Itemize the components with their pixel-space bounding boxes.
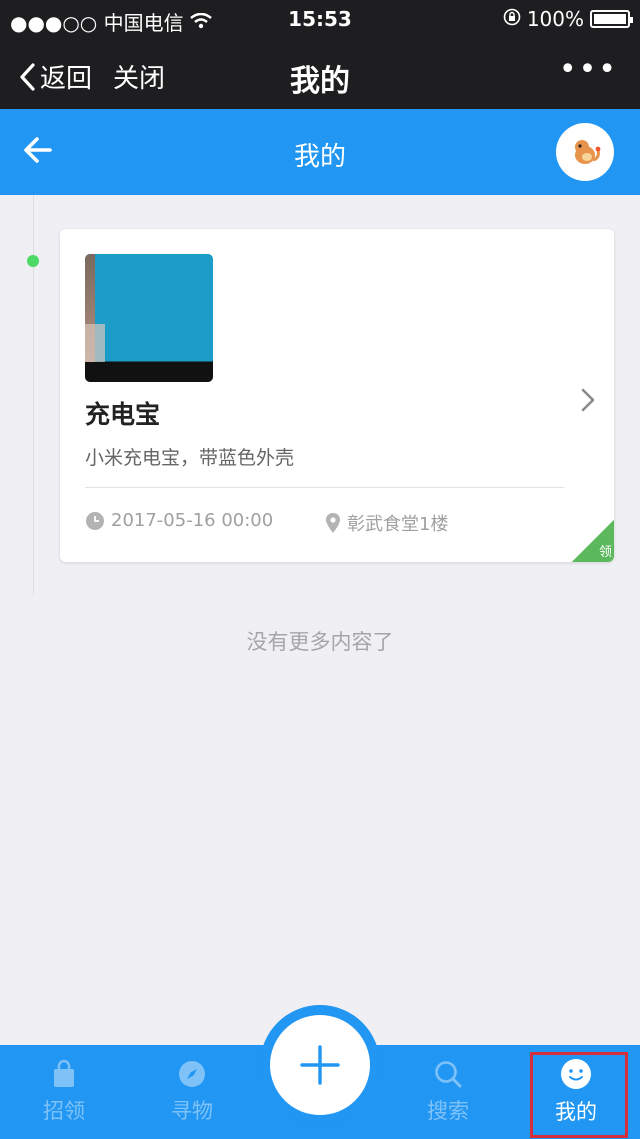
status-bar: ●●●○○ 中国电信 15:53 100% xyxy=(0,0,640,38)
list-end-text: 没有更多内容了 xyxy=(246,630,394,654)
wechat-back-label: 返回 xyxy=(40,64,93,94)
rotation-lock-icon xyxy=(503,7,521,31)
more-menu-button[interactable]: ••• xyxy=(559,55,618,85)
wechat-title: 我的 xyxy=(290,64,350,99)
chevron-left-icon xyxy=(20,62,35,91)
tab-mine-label: 我的 xyxy=(555,1100,597,1124)
item-location-label: 彰武食堂1楼 xyxy=(347,514,449,535)
item-location: 彰武食堂1楼 xyxy=(325,510,448,536)
clock-icon xyxy=(86,511,104,530)
add-button[interactable] xyxy=(270,1015,370,1115)
card-divider xyxy=(85,487,564,488)
tab-mine[interactable]: 我的 xyxy=(512,1045,640,1139)
tab-seek[interactable]: 寻物 xyxy=(128,1045,256,1139)
arrow-left-icon[interactable] xyxy=(22,135,54,169)
app-header: 我的 xyxy=(0,109,640,195)
bag-icon xyxy=(54,1059,74,1087)
claim-badge-label: 领 xyxy=(598,545,612,560)
avatar-character-icon xyxy=(575,140,601,164)
wechat-close-button[interactable]: 关闭 xyxy=(113,58,165,95)
chevron-right-icon xyxy=(580,387,596,417)
compass-icon xyxy=(179,1061,205,1087)
tab-search[interactable]: 搜索 xyxy=(384,1045,512,1139)
item-time: 2017-05-16 00:00 xyxy=(85,510,273,531)
smile-icon xyxy=(561,1059,591,1089)
tab-search-label: 搜索 xyxy=(427,1099,469,1123)
item-description: 小米充电宝，带蓝色外壳 xyxy=(85,447,295,469)
item-title: 充电宝 xyxy=(85,400,161,429)
wechat-nav-bar: 返回 关闭 我的 ••• xyxy=(0,38,640,109)
search-icon xyxy=(435,1061,462,1088)
item-card[interactable]: 充电宝 小米充电宝，带蓝色外壳 2017-05-16 00:00 彰武食堂1楼 … xyxy=(60,229,614,562)
battery-label: 100% xyxy=(526,7,584,31)
wechat-back-button[interactable]: 返回 xyxy=(18,58,92,95)
item-time-label: 2017-05-16 00:00 xyxy=(111,510,274,531)
tab-seek-label: 寻物 xyxy=(171,1099,213,1123)
battery-icon xyxy=(590,10,633,28)
avatar[interactable] xyxy=(556,123,614,181)
plus-icon xyxy=(300,1045,340,1085)
status-right: 100% xyxy=(503,7,633,31)
page-title: 我的 xyxy=(293,142,346,172)
tab-recruit[interactable]: 招领 xyxy=(0,1045,128,1139)
timeline-dot xyxy=(27,255,39,267)
tab-recruit-label: 招领 xyxy=(43,1099,85,1123)
item-photo xyxy=(85,254,213,382)
location-pin-icon xyxy=(326,513,340,533)
